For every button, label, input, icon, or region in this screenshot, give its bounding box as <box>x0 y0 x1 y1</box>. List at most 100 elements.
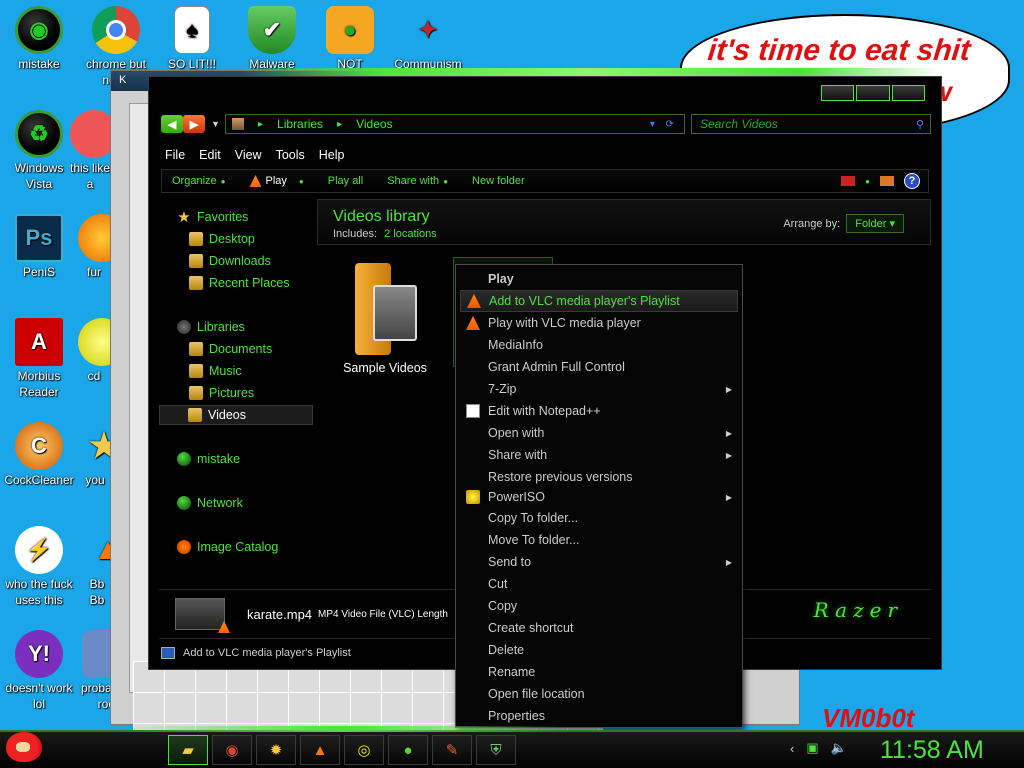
menu-item-cut[interactable]: Cut <box>460 573 738 595</box>
play-button[interactable]: Play ● <box>249 175 304 187</box>
menu-item-create-shortcut[interactable]: Create shortcut <box>460 617 738 639</box>
dropdown-dot-icon[interactable]: ● <box>865 177 870 186</box>
taskbar-security[interactable]: ⛨ <box>476 735 516 765</box>
menu-item-play-with-vlc[interactable]: Play with VLC media player <box>460 312 738 334</box>
desktop-icon-communism[interactable]: ✦ Communism <box>390 6 466 72</box>
menu-item-open-with[interactable]: Open with ▶ <box>460 422 738 444</box>
includes-locations-link[interactable]: 2 locations <box>384 228 437 240</box>
forward-button[interactable]: ▶ <box>183 115 205 133</box>
recent-pages-dropdown[interactable]: ▼ <box>211 119 220 129</box>
menu-item-grant-admin[interactable]: Grant Admin Full Control <box>460 356 738 378</box>
breadcrumb-separator[interactable]: ▸ <box>337 119 342 130</box>
menu-item-delete[interactable]: Delete <box>460 639 738 661</box>
desktop-icon-not[interactable]: ● NOT <box>312 6 388 72</box>
desktop-icon-doesnt-work[interactable]: Y! doesn't work lol <box>1 630 77 712</box>
menu-item-copy-to-folder[interactable]: Copy To folder... <box>460 507 738 529</box>
dropdown-dot-icon: ● <box>220 176 226 186</box>
libraries-icon <box>177 320 191 334</box>
system-tray: ‹ ▣ 🔈 <box>790 740 847 756</box>
desktop-icon-windows-vista[interactable]: ♻ Windows Vista <box>1 110 77 192</box>
sidebar-item-videos[interactable]: Videos <box>159 405 313 425</box>
disc-icon <box>78 318 110 366</box>
sidebar-item-label: Music <box>209 364 242 378</box>
desktop-icon-morbius-reader[interactable]: A Morbius Reader <box>1 318 77 400</box>
menu-item-move-to-folder[interactable]: Move To folder... <box>460 529 738 551</box>
breadcrumb-videos[interactable]: Videos <box>356 117 392 131</box>
arrange-by-dropdown[interactable]: Folder ▾ <box>846 214 904 233</box>
taskbar-chrome[interactable]: ◉ <box>212 735 252 765</box>
pictures-icon <box>189 386 203 400</box>
new-folder-button[interactable]: New folder <box>472 175 525 187</box>
taskbar-pig[interactable]: ● <box>388 735 428 765</box>
desktop-icon-cd[interactable]: cd <box>78 318 110 384</box>
window-controls <box>821 85 925 101</box>
view-options-icon[interactable] <box>841 176 856 186</box>
sidebar-item-image-catalog[interactable]: Image Catalog <box>177 537 331 557</box>
maximize-button[interactable] <box>856 85 890 101</box>
context-menu: Play Add to VLC media player's Playlist … <box>455 264 743 728</box>
folder-sample-videos[interactable]: Sample Videos <box>335 263 435 375</box>
network-tray-icon[interactable]: ▣ <box>806 740 818 756</box>
menu-item-open-file-location[interactable]: Open file location <box>460 683 738 705</box>
back-button[interactable]: ◀ <box>161 115 183 133</box>
navigation-pane: ★ Favorites Desktop Downloads Recent Pla… <box>159 201 315 587</box>
menu-file[interactable]: File <box>165 148 185 162</box>
menu-item-copy[interactable]: Copy <box>460 595 738 617</box>
desktop-icon-you[interactable]: ★ you <box>80 422 110 488</box>
organize-button[interactable]: Organize ● <box>172 175 225 187</box>
play-all-button[interactable]: Play all <box>328 175 363 187</box>
sidebar-item-favorites[interactable]: ★ Favorites <box>177 207 331 227</box>
menu-item-poweriso[interactable]: PowerISO ▶ <box>460 486 738 508</box>
desktop-icon-so-lit[interactable]: ♠ SO LIT!!! <box>154 6 230 72</box>
desktop-icon-cockcleaner[interactable]: C CockCleaner <box>1 422 77 488</box>
tray-expand-icon[interactable]: ‹ <box>790 741 794 756</box>
menu-item-send-to[interactable]: Send to ▶ <box>460 551 738 573</box>
taskbar-vlc[interactable]: ▲ <box>300 735 340 765</box>
taskbar-settings[interactable]: ✹ <box>256 735 296 765</box>
menu-view[interactable]: View <box>235 148 262 162</box>
desktop-icon-malware[interactable]: ✔ Malware <box>234 6 310 72</box>
shield-icon: ⛨ <box>490 741 502 759</box>
menu-help[interactable]: Help <box>319 148 345 162</box>
close-button[interactable] <box>891 85 925 101</box>
volume-icon[interactable]: 🔈 <box>831 740 847 756</box>
menu-item-rename[interactable]: Rename <box>460 661 738 683</box>
address-bar[interactable]: ▸ Libraries ▸ Videos ▾ ⟳ <box>225 114 685 134</box>
search-input[interactable]: Search Videos ⚲ <box>691 114 931 134</box>
menu-tools[interactable]: Tools <box>276 148 305 162</box>
menu-item-share-with[interactable]: Share with ▶ <box>460 444 738 466</box>
desktop-icon-penis[interactable]: Ps PeniS <box>1 214 77 280</box>
taskbar-explorer[interactable]: ▰ <box>168 735 208 765</box>
desktop-icon-label: this like a <box>70 161 110 191</box>
desktop-icon-bb[interactable]: ▲ Bb Bb <box>84 526 110 608</box>
menu-item-mediainfo[interactable]: MediaInfo <box>460 334 738 356</box>
desktop-icon-fur[interactable]: fur <box>78 214 110 280</box>
menu-item-add-to-vlc-playlist[interactable]: Add to VLC media player's Playlist <box>460 290 738 312</box>
menu-item-edit-notepad[interactable]: Edit with Notepad++ <box>460 400 738 422</box>
help-icon[interactable]: ? <box>904 173 920 189</box>
address-dropdown-refresh[interactable]: ▾ ⟳ <box>650 119 684 130</box>
taskbar-paint[interactable]: ✎ <box>432 735 472 765</box>
menu-item-7zip[interactable]: 7-Zip ▶ <box>460 378 738 400</box>
preview-pane-icon[interactable] <box>880 176 894 186</box>
breadcrumb-separator[interactable]: ▸ <box>258 119 263 130</box>
start-button[interactable] <box>6 732 46 768</box>
breadcrumb-libraries[interactable]: Libraries <box>277 117 323 131</box>
menu-item-play[interactable]: Play <box>460 268 738 290</box>
sidebar-item-mistake[interactable]: mistake <box>177 449 331 469</box>
menu-item-restore-versions[interactable]: Restore previous versions <box>460 466 738 488</box>
sidebar-item-libraries[interactable]: Libraries <box>177 317 331 337</box>
desktop-icon-who-uses-this[interactable]: ⚡ who the fuck uses this <box>1 526 77 608</box>
taskbar-glow <box>120 726 560 732</box>
taskbar-disc[interactable]: ◎ <box>344 735 384 765</box>
desktop-icon-this-like[interactable]: this like a <box>70 110 110 192</box>
sidebar-item-network[interactable]: Network <box>177 493 331 513</box>
menu-edit[interactable]: Edit <box>199 148 221 162</box>
search-icon[interactable]: ⚲ <box>916 118 924 131</box>
desktop-icon-mistake[interactable]: ◉ mistake <box>1 6 77 72</box>
speech-bubble-text: it's time to eat shit <box>706 34 972 67</box>
minimize-button[interactable] <box>821 85 855 101</box>
clock[interactable]: 11:58 AM <box>880 736 984 765</box>
share-with-button[interactable]: Share with ● <box>387 175 448 187</box>
menu-item-properties[interactable]: Properties <box>460 705 738 727</box>
